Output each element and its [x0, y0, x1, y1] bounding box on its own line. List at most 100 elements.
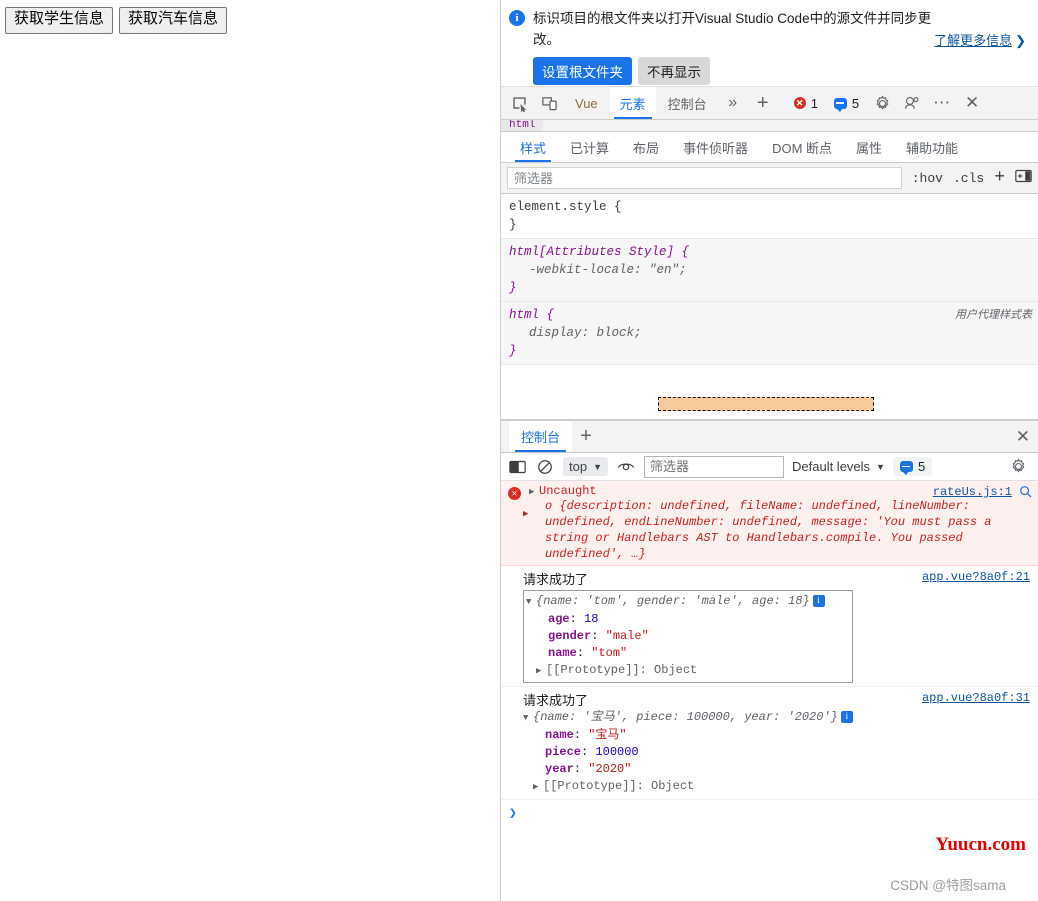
inspect-element-icon[interactable]: [505, 90, 533, 116]
tab-vue[interactable]: Vue: [565, 87, 608, 119]
css-rules-list: element.style { } html[Attributes Style]…: [501, 194, 1038, 365]
styles-pane-tabs: 样式 已计算 布局 事件侦听器 DOM 断点 属性 辅助功能: [501, 132, 1038, 163]
chevron-double-right-icon[interactable]: »: [719, 90, 747, 116]
error-head-label: Uncaught: [539, 484, 597, 498]
error-icon: ✕: [793, 97, 806, 109]
close-icon[interactable]: ✕: [958, 90, 986, 116]
info-banner-message: 标识项目的根文件夹以打开Visual Studio Code中的源文件并同步更改…: [533, 11, 932, 47]
css-rule-attributes-style[interactable]: html[Attributes Style] { -webkit-locale:…: [501, 239, 1038, 302]
gear-icon[interactable]: [1004, 454, 1032, 480]
tab-layout[interactable]: 布局: [622, 132, 670, 162]
live-expression-icon[interactable]: [616, 457, 636, 477]
learn-more-link[interactable]: 了解更多信息 ❯: [934, 30, 1026, 49]
object-inspector[interactable]: ▼ {name: 'tom', gender: 'male', age: 18} i…: [523, 590, 853, 683]
error-source-link[interactable]: rateUs.js:1: [933, 485, 1012, 499]
clear-console-icon[interactable]: [535, 457, 555, 477]
tab-styles[interactable]: 样式: [509, 132, 557, 162]
error-body-text: o {description: undefined, fileName: und…: [545, 499, 992, 561]
object-property-row: name: "宝马": [545, 728, 627, 742]
tab-properties[interactable]: 属性: [845, 132, 893, 162]
property-value: "tom": [591, 646, 628, 660]
object-preview-text: {name: '宝马', piece: 100000, year: '2020'…: [533, 710, 838, 724]
gear-icon[interactable]: [868, 90, 896, 116]
expand-arrow-icon[interactable]: ▶: [536, 663, 546, 680]
tab-accessibility[interactable]: 辅助功能: [895, 132, 969, 162]
plus-icon[interactable]: +: [749, 90, 777, 116]
class-editor-button[interactable]: .cls: [953, 171, 984, 186]
collapse-arrow-icon[interactable]: ▼: [523, 710, 533, 727]
css-declaration[interactable]: display: block;: [509, 324, 1030, 342]
css-rule-html[interactable]: 用户代理样式表 html { display: block; }: [501, 302, 1038, 365]
collapse-arrow-icon[interactable]: ▼: [526, 594, 536, 611]
error-icon: ✕: [508, 487, 521, 500]
property-key: gender: [548, 629, 592, 643]
property-value: "male": [605, 629, 649, 643]
execution-context-selector[interactable]: top ▼: [563, 457, 608, 476]
drawer-tab-console[interactable]: 控制台: [509, 421, 573, 452]
info-icon[interactable]: i: [840, 710, 853, 723]
dont-show-again-button[interactable]: 不再显示: [638, 57, 710, 85]
property-value: 100000: [595, 745, 639, 759]
console-sidebar-icon[interactable]: [507, 457, 527, 477]
message-count-badge[interactable]: 5: [826, 93, 867, 113]
search-in-sources-icon[interactable]: [1019, 485, 1032, 502]
object-preview-row[interactable]: ▼ {name: '宝马', piece: 100000, year: '2020…: [523, 709, 1030, 727]
object-preview-row[interactable]: ▼ {name: 'tom', gender: 'male', age: 18} i: [526, 593, 844, 611]
console-message-count-badge[interactable]: 5: [892, 457, 933, 476]
breadcrumb-item-html[interactable]: html: [501, 120, 544, 131]
tab-dom-breakpoints[interactable]: DOM 断点: [761, 132, 843, 162]
log-source-link[interactable]: app.vue?8a0f:31: [922, 691, 1030, 705]
web-page-viewport: 获取学生信息 获取汽车信息: [0, 0, 500, 901]
console-log-message[interactable]: app.vue?8a0f:31 请求成功了 ▼ {name: '宝马', piec…: [501, 687, 1038, 800]
css-rule-close: }: [509, 218, 517, 232]
css-rule-element-style[interactable]: element.style { }: [501, 194, 1038, 239]
plus-icon[interactable]: +: [994, 168, 1005, 188]
execution-context-label: top: [569, 459, 588, 474]
hover-state-button[interactable]: :hov: [912, 171, 943, 186]
get-student-info-button[interactable]: 获取学生信息: [5, 7, 114, 34]
devices-icon[interactable]: [898, 90, 926, 116]
tab-console[interactable]: 控制台: [658, 87, 717, 119]
set-root-folder-button[interactable]: 设置根文件夹: [533, 57, 632, 85]
tab-event-listeners[interactable]: 事件侦听器: [672, 132, 759, 162]
expand-arrow-icon[interactable]: ▶: [523, 509, 528, 519]
css-declaration[interactable]: -webkit-locale: "en";: [509, 261, 1030, 279]
property-key: name: [548, 646, 577, 660]
computed-sidebar-icon[interactable]: [1015, 169, 1032, 187]
object-property-row: age: 18: [548, 612, 599, 626]
console-error-message[interactable]: ✕ rateUs.js:1 ▶ Uncaught ▶ o {description…: [501, 481, 1038, 566]
info-icon[interactable]: i: [812, 594, 825, 607]
message-count-label: 5: [851, 95, 860, 111]
console-input-prompt[interactable]: ❯: [501, 800, 1038, 827]
property-key: piece: [545, 745, 582, 759]
error-count-badge[interactable]: ✕ 1: [786, 93, 825, 113]
plus-icon[interactable]: +: [572, 424, 600, 450]
box-model-content-box[interactable]: [658, 397, 874, 411]
css-rule-origin: 用户代理样式表: [955, 309, 1032, 321]
more-options-icon[interactable]: ⋯: [928, 90, 956, 116]
log-source-link[interactable]: app.vue?8a0f:21: [922, 570, 1030, 584]
console-filter-input[interactable]: [644, 455, 784, 478]
log-levels-selector[interactable]: Default levels ▼: [792, 459, 885, 474]
prototype-label: [[Prototype]]: Object: [546, 663, 698, 677]
expand-arrow-icon[interactable]: ▶: [529, 487, 539, 497]
object-inspector[interactable]: ▼ {name: '宝马', piece: 100000, year: '2020…: [523, 709, 1030, 796]
message-icon: [899, 461, 913, 475]
tab-computed[interactable]: 已计算: [559, 132, 620, 162]
author-watermark: CSDN @特图sama: [890, 878, 1006, 893]
learn-more-label: 了解更多信息: [934, 33, 1013, 48]
close-icon[interactable]: ✕: [1016, 427, 1030, 447]
console-log-message[interactable]: app.vue?8a0f:21 请求成功了 ▼ {name: 'tom', gen…: [501, 566, 1038, 687]
message-icon: [833, 97, 847, 112]
style-filter-input[interactable]: [507, 167, 902, 189]
get-car-info-button[interactable]: 获取汽车信息: [119, 7, 228, 34]
expand-arrow-icon[interactable]: ▶: [533, 779, 543, 796]
tab-elements[interactable]: 元素: [609, 87, 656, 119]
styles-filter-row: :hov .cls +: [501, 163, 1038, 194]
object-property-row: gender: "male": [548, 629, 649, 643]
object-prototype-row[interactable]: ▶ [[Prototype]]: Object: [523, 778, 1030, 796]
device-toolbar-icon[interactable]: [535, 90, 563, 116]
box-model-diagram: [501, 365, 1038, 420]
object-prototype-row[interactable]: ▶ [[Prototype]]: Object: [526, 662, 844, 680]
property-key: name: [545, 728, 574, 742]
